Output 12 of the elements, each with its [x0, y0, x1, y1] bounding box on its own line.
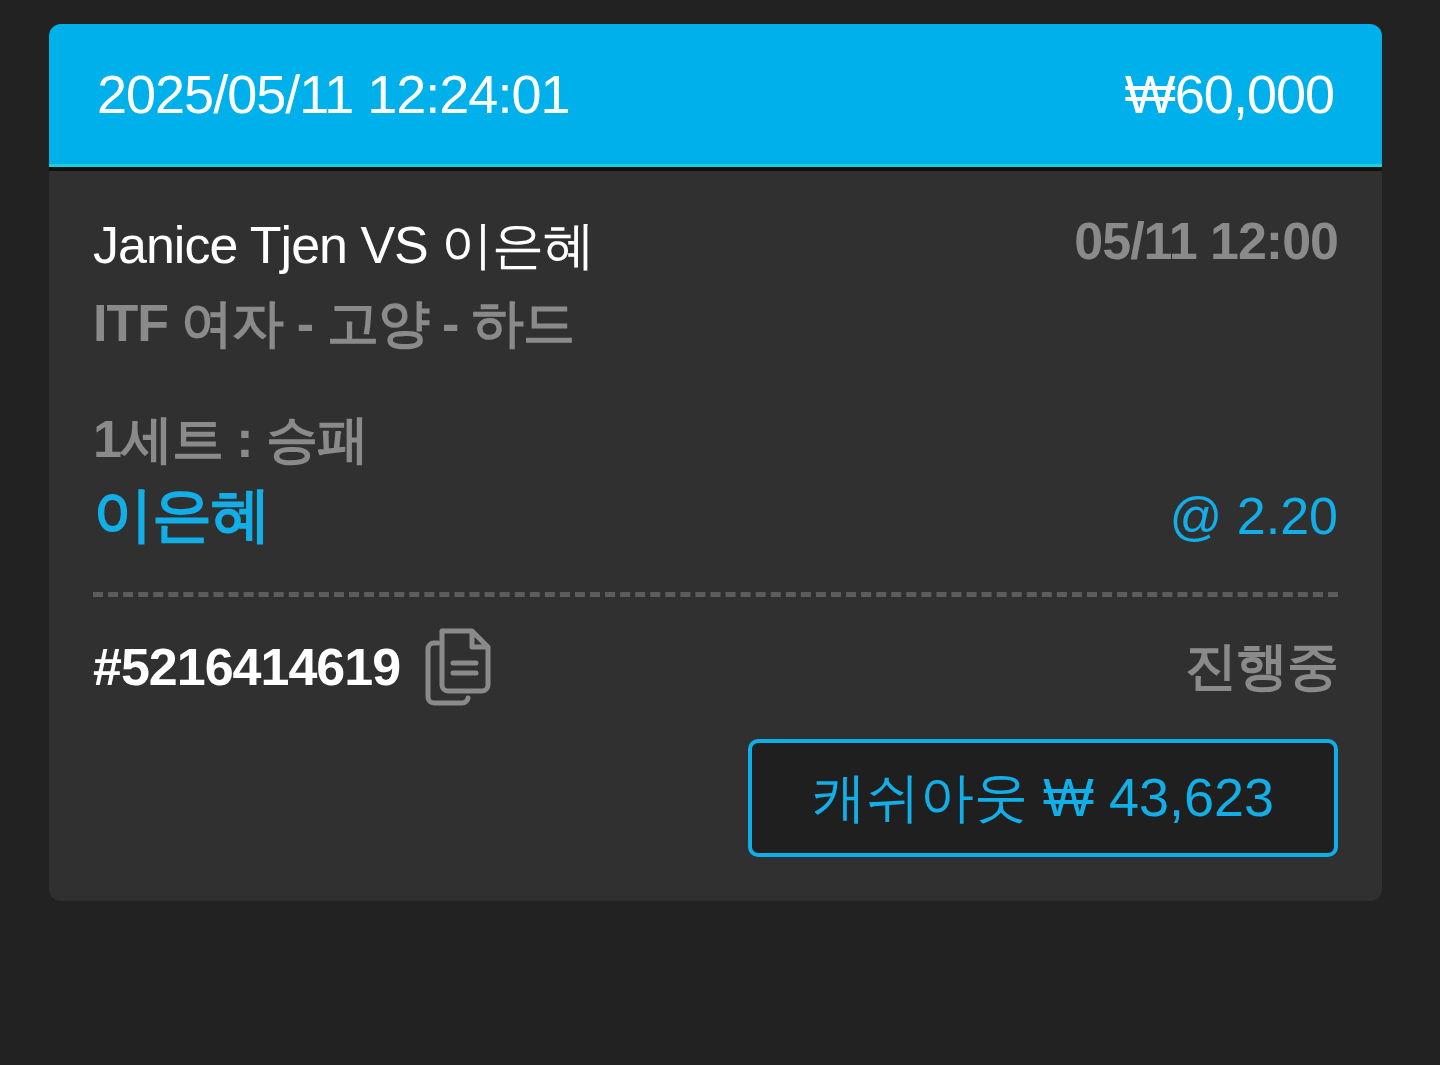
league-name: ITF 여자 - 고양 - 하드 — [93, 294, 574, 352]
match-title: Janice Tjen VS 이은혜 — [93, 215, 595, 276]
status-text: 진행중 — [1185, 636, 1338, 697]
selection-name: 이은혜 — [93, 480, 270, 550]
cashout-button[interactable]: 캐쉬아웃 ₩ 43,623 — [748, 739, 1338, 857]
bet-time: 2025/05/11 12:24:01 — [97, 63, 570, 125]
stake-amount: ₩60,000 — [1124, 63, 1334, 125]
market-name: 1세트 : 승패 — [93, 410, 369, 468]
match-time: 05/11 12:00 — [1074, 211, 1338, 271]
copy-icon[interactable] — [424, 627, 493, 707]
ticket-id: #5216414619 — [93, 637, 401, 697]
odds: @ 2.20 — [1169, 485, 1338, 546]
